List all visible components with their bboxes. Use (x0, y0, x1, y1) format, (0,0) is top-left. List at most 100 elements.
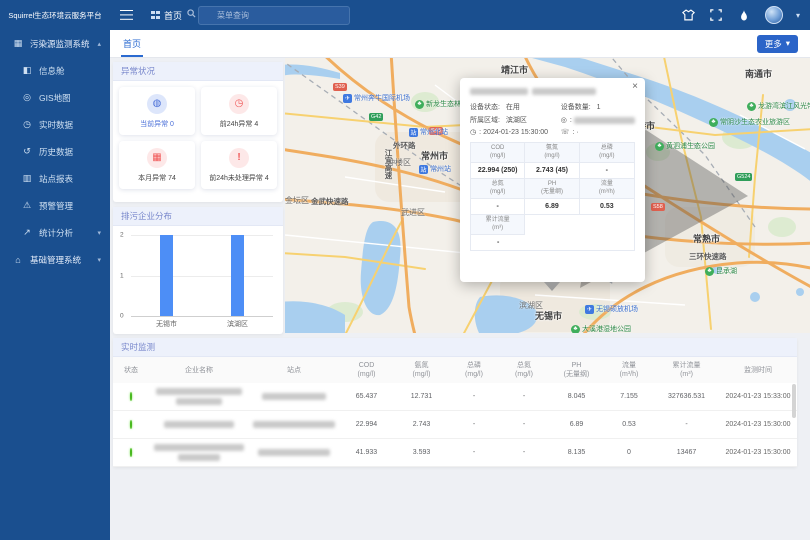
park-icon: ♣ (415, 100, 424, 109)
airport-icon: ✈ (585, 305, 594, 314)
stat-card-month-abnormal[interactable]: ▦ 本月异常 74 (119, 141, 195, 189)
monitor-table-header: 状态 企业名称 站点 COD(mg/l) 氨氮(mg/l) 总磷(mg/l) 总… (113, 357, 797, 383)
park-icon: ♣ (709, 118, 718, 127)
stat-card-unhandled-abnormal[interactable]: ! 前24h未处理异常 4 (201, 141, 277, 189)
map-road-label: 江宜高速 (383, 149, 394, 179)
company-name-redacted (149, 444, 249, 461)
table-row[interactable]: 41.933 3.593 - - 8.135 0 13467 2024-01-2… (113, 439, 797, 467)
y-tick: 0 (120, 313, 124, 320)
abnormal-status-panel: 异常状况 ◍ 当前异常 0 ◷ 前24h异常 4 ▦ 本月异常 74 ! 前24… (113, 62, 283, 202)
abnormal-panel-title: 异常状况 (113, 62, 283, 81)
nh3-value: 2.743 (45) (525, 163, 579, 179)
device-status-label: 设备状态: (470, 102, 500, 112)
map-city-label: 南通市 (745, 67, 772, 80)
hamburger-menu-icon[interactable] (120, 10, 133, 21)
map-district-label: 滨湖区 (519, 300, 543, 311)
y-tick: 2 (120, 232, 124, 239)
map-poi-park: ♣ 常阴沙生态农业旅游区 (709, 117, 790, 127)
sidebar-item-basic-management-system[interactable]: ⌂ 基础管理系统 ▾ (0, 246, 110, 273)
user-menu-chevron-down-icon[interactable]: ▾ (796, 11, 800, 20)
y-tick: 1 (120, 272, 124, 279)
map-road-label: 三环快速路 (689, 251, 727, 262)
device-status-value: 在用 (506, 102, 520, 112)
more-button[interactable]: 更多 ▾ (757, 35, 798, 53)
sidebar-item-statistics-analysis[interactable]: ↗ 统计分析 ▾ (0, 219, 110, 246)
status-dot-online (130, 392, 132, 401)
map-road-label: 金武快速路 (311, 196, 349, 207)
popup-datetime: 2024-01-23 15:30:00 (483, 129, 548, 136)
gis-map[interactable]: S39 G42 S48 S38 G2 S58 G524 S19 靖江市 南通市 … (285, 57, 810, 333)
popup-pointer (544, 282, 560, 291)
road-badge: G42 (369, 113, 383, 121)
airport-icon: ✈ (343, 94, 352, 103)
location-icon: ◎ (561, 116, 567, 124)
sidebar-item-site-report[interactable]: ▥ 站点报表 (0, 165, 110, 192)
tab-bar: 首页 更多 ▾ (110, 30, 810, 58)
breadcrumb[interactable]: 首页 (151, 9, 182, 22)
breadcrumb-home-label: 首页 (164, 9, 182, 22)
clock-icon: ◷ (21, 119, 33, 130)
theme-skin-icon[interactable] (681, 8, 696, 23)
exclamation-icon: ! (229, 148, 249, 168)
region-value: 滨湖区 (506, 115, 527, 125)
chevron-down-icon: ▾ (786, 38, 790, 49)
x-tick: 无锡市 (131, 319, 202, 329)
clock-icon: ◷ (229, 94, 249, 114)
table-scrollbar[interactable] (792, 384, 796, 418)
map-road-label: 外环路 (393, 140, 416, 151)
map-poi-park: ♣ 昆承湖 (705, 266, 737, 276)
monitor-panel-title: 实时监测 (113, 338, 797, 357)
enterprise-distribution-panel: 排污企业分布 2 1 0 无锡市 滨湖区 (113, 207, 283, 334)
fullscreen-icon[interactable] (709, 8, 724, 23)
map-city-label: 常熟市 (693, 232, 720, 245)
company-name-redacted (149, 388, 249, 405)
map-poi-park: ♣ 龙游湾滨江风光带 (747, 101, 810, 111)
map-poi-park: ♣ 大溪港湿地公园 (571, 324, 631, 333)
table-row[interactable]: 22.994 2.743 - - 6.89 0.53 - 2024-01-23 … (113, 411, 797, 439)
road-badge: S39 (333, 83, 347, 91)
flame-icon[interactable] (737, 8, 752, 23)
realtime-monitor-panel: 实时监测 状态 企业名称 站点 COD(mg/l) 氨氮(mg/l) 总磷(mg… (113, 338, 797, 467)
stat-card-current-abnormal[interactable]: ◍ 当前异常 0 (119, 87, 195, 135)
popup-measurements-table: COD(mg/l) 氨氮(mg/l) 总磷(mg/l) 22.994 (250)… (470, 142, 635, 251)
tab-home[interactable]: 首页 (123, 30, 141, 57)
tp-value: - (580, 163, 634, 179)
table-row[interactable]: 65.437 12.731 - - 8.045 7.155 327636.531… (113, 383, 797, 411)
flow-value: 0.53 (580, 199, 634, 215)
search-icon (187, 9, 196, 18)
sidebar-item-pollution-monitor-system[interactable]: ▦ 污染源监测系统 ▴ (0, 30, 110, 57)
sidebar-item-alert-management[interactable]: ⚠ 预警管理 (0, 192, 110, 219)
map-poi-airport: ✈ 常州奔牛国际机场 (343, 93, 410, 103)
x-tick: 滨湖区 (202, 319, 273, 329)
station-name-redacted (249, 421, 339, 428)
sidebar-item-info-cabin[interactable]: ◧ 信息舱 (0, 57, 110, 84)
history-icon: ↺ (21, 146, 33, 157)
sidebar-item-history-data[interactable]: ↺ 历史数据 (0, 138, 110, 165)
tn-value: - (471, 199, 525, 215)
park-icon: ♣ (747, 102, 756, 111)
warning-icon: ⚠ (21, 200, 33, 211)
siren-icon: ◍ (147, 94, 167, 114)
train-station-icon: 站 (409, 128, 418, 137)
device-info-popup: × 设备状态: 在用 设备数量: 1 所属区域: 滨湖区 ◎ : (460, 78, 645, 282)
cod-value: 22.994 (250) (471, 163, 525, 179)
calendar-icon: ▦ (147, 148, 167, 168)
stat-card-last24h-abnormal[interactable]: ◷ 前24h异常 4 (201, 87, 277, 135)
map-poi-airport: ✈ 无锡硕放机场 (585, 304, 638, 314)
map-poi-park: ♣ 新龙生态林 (415, 99, 461, 109)
sidebar-item-realtime-data[interactable]: ◷ 实时数据 (0, 111, 110, 138)
dashboard-icon: ◧ (21, 65, 33, 76)
map-district-label: 金坛区 (285, 195, 309, 206)
popup-device-info: 设备状态: 在用 设备数量: 1 所属区域: 滨湖区 ◎ : ◷ : 2024-… (470, 102, 635, 136)
close-icon[interactable]: × (632, 81, 638, 92)
user-avatar[interactable] (765, 6, 783, 24)
road-badge: S58 (651, 203, 665, 211)
phone-icon: ☏ (561, 128, 570, 136)
sidebar-item-gis-map[interactable]: ◎ GIS地图 (0, 84, 110, 111)
search-input[interactable] (198, 6, 350, 25)
station-name-redacted (249, 393, 339, 400)
map-poi-station: 站 常州北站 (409, 127, 448, 137)
search-box (182, 5, 350, 25)
bar-chart: 2 1 0 无锡市 滨湖区 (131, 235, 273, 316)
map-district-label: 武进区 (401, 207, 425, 218)
